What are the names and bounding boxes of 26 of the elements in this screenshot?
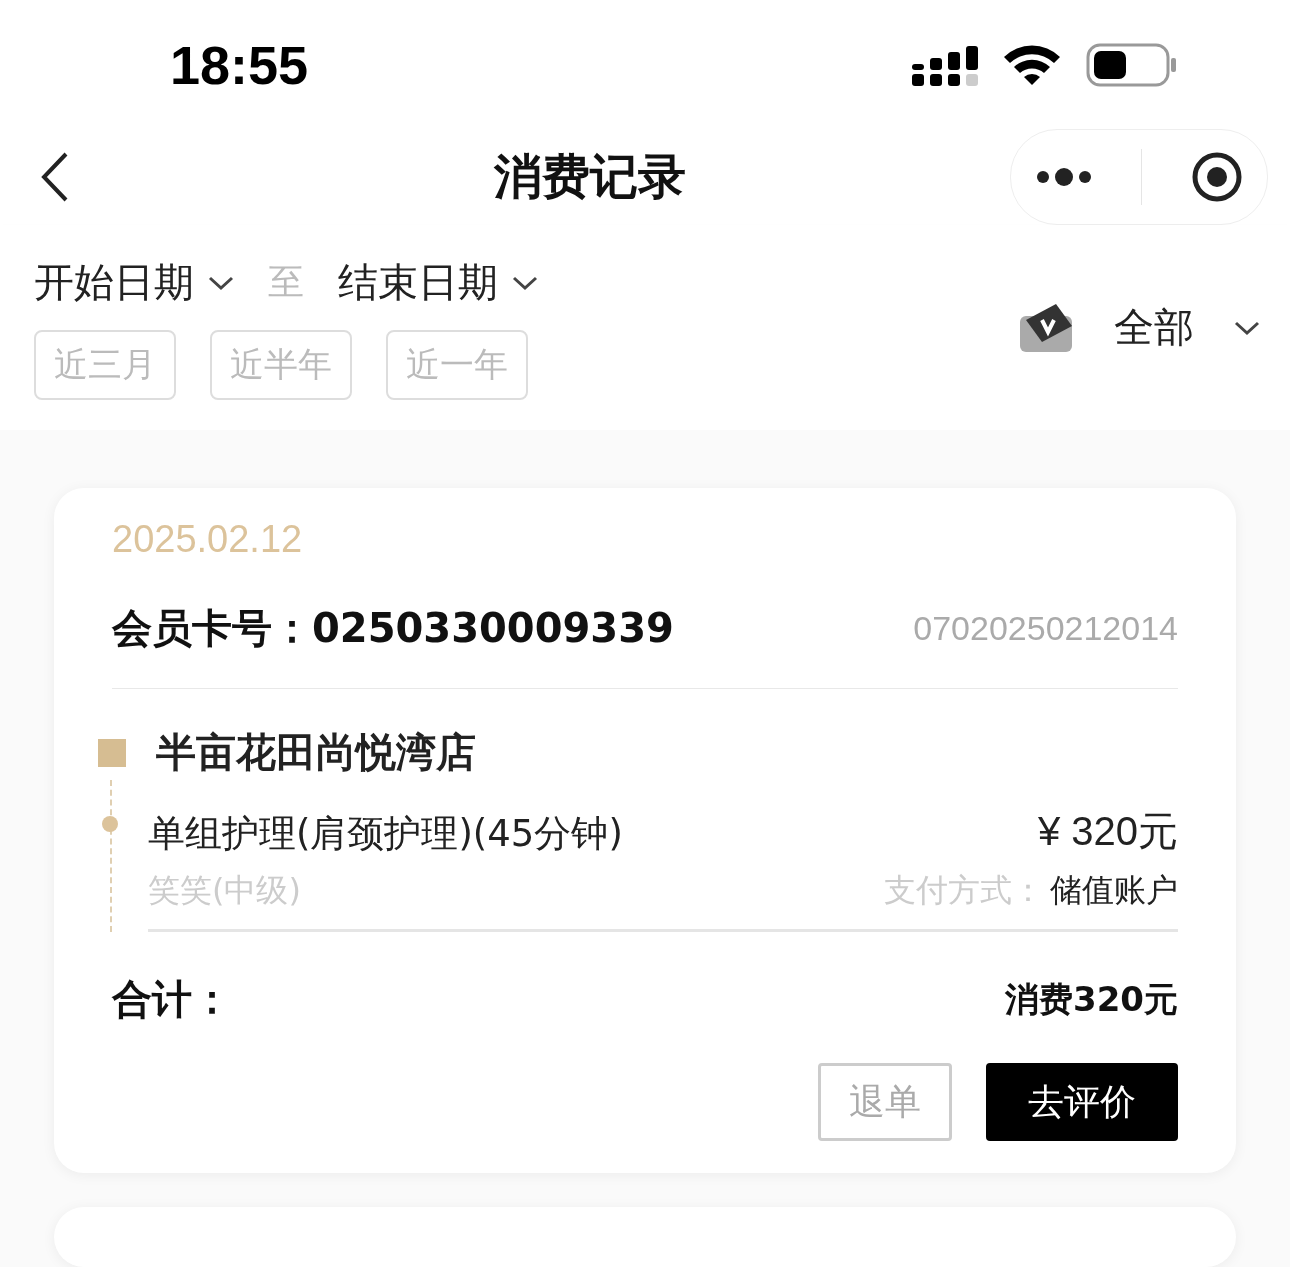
store-marker-icon [98, 738, 126, 767]
payment-method: 储值账户 [1050, 871, 1178, 909]
card-icon [1018, 301, 1074, 354]
service-name: 单组护理(肩颈护理)(45分钟) [148, 811, 623, 857]
item-price: ¥ 320元 [1037, 808, 1178, 855]
end-date-dropdown[interactable]: 结束日期 [338, 255, 538, 310]
category-dropdown[interactable]: 全部 [1114, 300, 1260, 355]
start-date-dropdown[interactable]: 开始日期 [34, 255, 234, 310]
back-button[interactable] [40, 151, 70, 203]
member-card-number: 会员卡号：0250330009339 [112, 604, 674, 653]
chevron-down-icon [208, 274, 234, 291]
total-label: 合计： [112, 975, 232, 1024]
chevron-down-icon [1234, 319, 1260, 336]
order-number: 07020250212014 [913, 609, 1178, 648]
more-icon[interactable] [1035, 167, 1092, 187]
total-amount: 消费320元 [1005, 977, 1178, 1021]
review-button[interactable]: 去评价 [986, 1063, 1178, 1141]
page-title: 消费记录 [494, 147, 686, 206]
chevron-down-icon [512, 274, 538, 291]
battery-icon [1086, 42, 1178, 87]
item-dot-icon [102, 816, 118, 832]
close-icon[interactable] [1190, 151, 1243, 203]
status-time: 18:55 [170, 33, 309, 96]
store-name: 半亩花田尚悦湾店 [156, 728, 476, 777]
record-date: 2025.02.12 [112, 518, 304, 561]
range-separator: 至 [268, 260, 304, 304]
